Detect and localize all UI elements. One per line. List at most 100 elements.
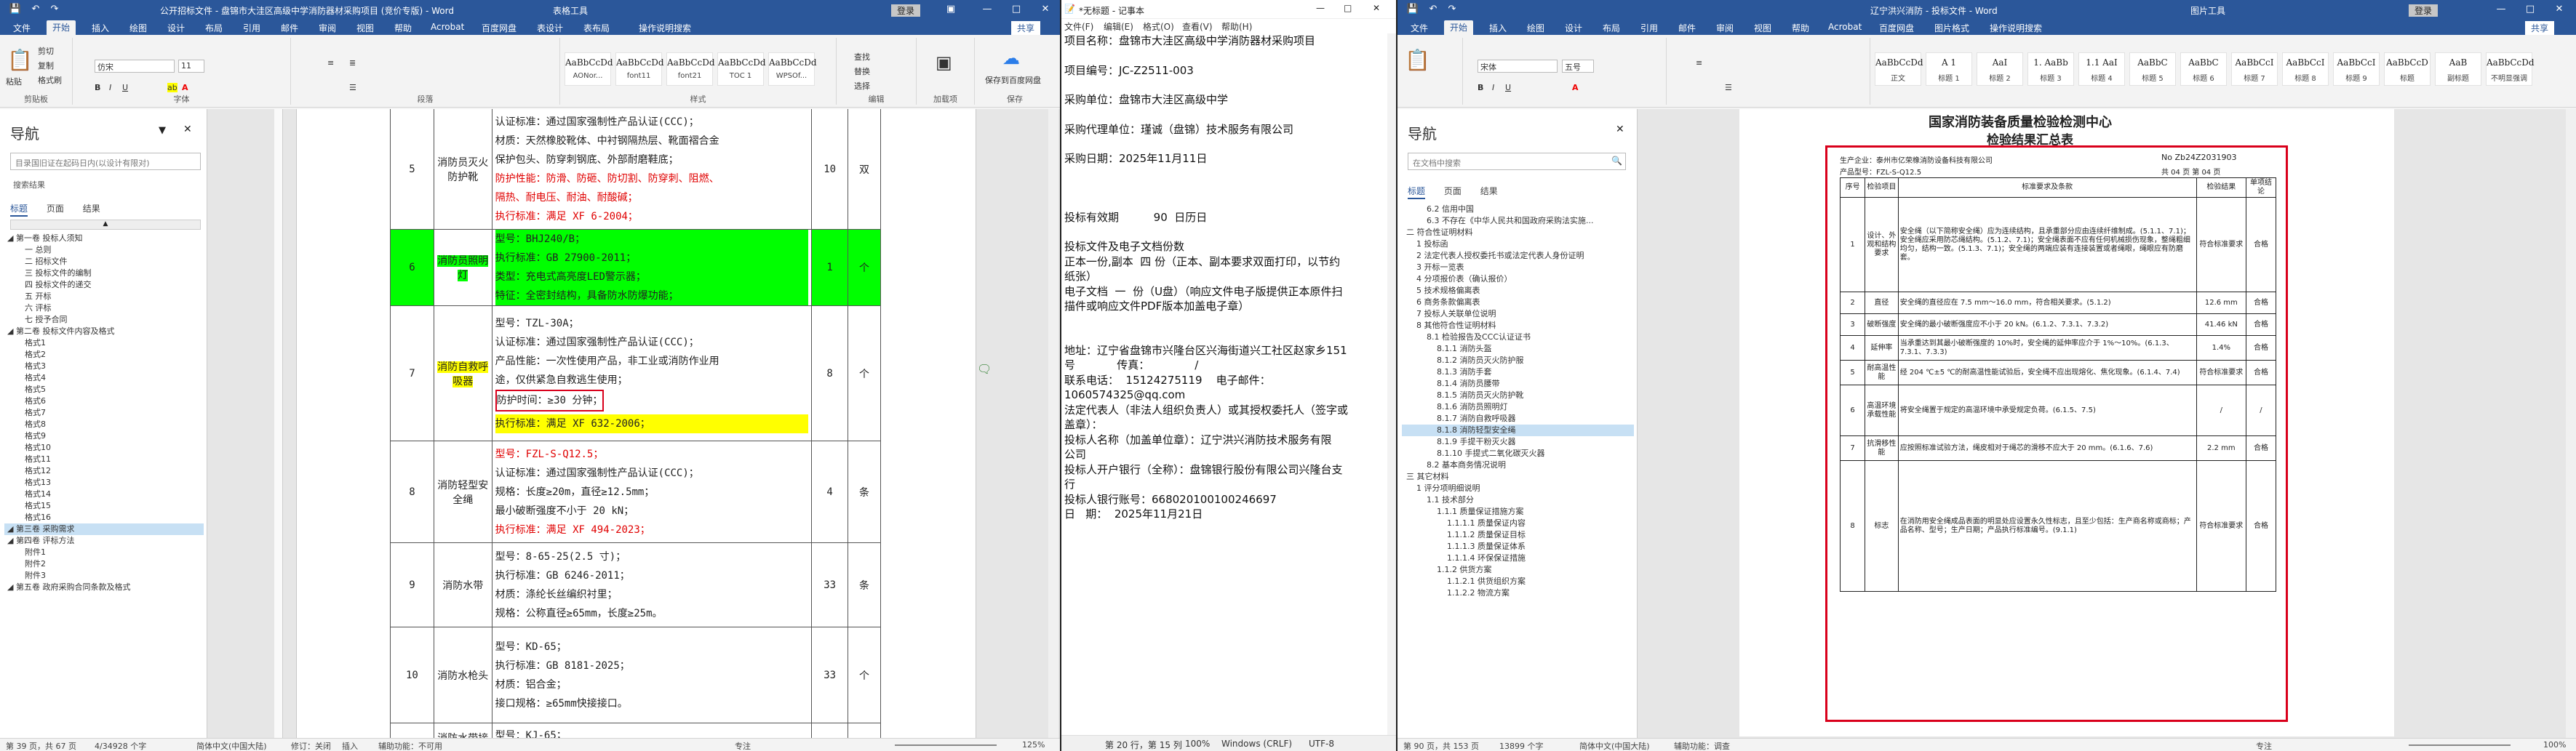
nav-item[interactable]: 8.1.1 消防头盔 (1402, 343, 1634, 355)
nav-item[interactable]: 3 开标一览表 (1402, 262, 1634, 273)
nav-item[interactable]: 8.1.8 消防轻型安全绳 (1402, 425, 1634, 436)
nav-item[interactable]: 格式7 (4, 407, 204, 419)
sign-in-button[interactable]: 登录 (891, 4, 921, 17)
style-item[interactable]: AaBbCcD 标题 (2384, 52, 2431, 86)
nav-item[interactable]: 2 法定代表人授权委托书或法定代表人身份证明 (1402, 250, 1634, 262)
zoom-slider[interactable] (2409, 744, 2511, 746)
nav-item[interactable]: 8.1.6 消防员照明灯 (1402, 401, 1634, 413)
select-button[interactable]: 选择 (854, 80, 870, 92)
tab-design[interactable]: 设计 (1559, 21, 1588, 35)
nav-item[interactable]: 8.1.5 消防员灭火防护靴 (1402, 390, 1634, 401)
align-center-icon[interactable]: ☰ (349, 83, 356, 92)
nav-item[interactable]: 5 技术规格偏离表 (1402, 285, 1634, 297)
nav-item[interactable]: 格式5 (4, 384, 204, 395)
tab-review[interactable]: 审阅 (1710, 21, 1739, 35)
nav-item[interactable]: 1.1.1.2 质量保证目标 (1402, 529, 1634, 541)
nav-close-icon[interactable]: ✕ (1616, 124, 1624, 135)
style-item[interactable]: AaBbCcDd WPSOf... (768, 52, 817, 86)
menu-help[interactable]: 帮助(H) (1221, 20, 1252, 33)
comment-icon[interactable]: 🗨 (977, 362, 992, 376)
style-item[interactable]: A 1 标题 1 (1926, 52, 1972, 86)
bullets-icon[interactable]: ≡ (327, 58, 334, 68)
nav-tab-pages[interactable]: 页面 (47, 204, 64, 214)
nav-item[interactable]: 格式13 (4, 477, 204, 489)
nav-search-input[interactable]: 目录国旧证在起码日内(以设计有限对) (10, 153, 201, 170)
nav-item[interactable]: 1.1 技术部分 (1402, 494, 1634, 506)
tab-home[interactable]: 开始 (47, 20, 76, 35)
font-name-select[interactable]: 仿宋 (95, 60, 175, 73)
nav-scroll-up[interactable]: ▲ (10, 220, 201, 230)
tab-help[interactable]: 帮助 (1786, 21, 1815, 35)
tab-mailings[interactable]: 邮件 (1672, 21, 1702, 35)
nav-item[interactable]: ◢ 第五卷 政府采购合同条款及格式 (4, 582, 204, 593)
maximize-button[interactable]: □ (1344, 3, 1352, 13)
nav-item[interactable]: 三 其它材料 (1402, 471, 1634, 483)
tab-acrobat[interactable]: Acrobat (425, 21, 470, 33)
tab-acrobat[interactable]: Acrobat (1822, 21, 1867, 33)
nav-item[interactable]: 7 投标人关联单位说明 (1402, 308, 1634, 320)
tab-help[interactable]: 帮助 (388, 21, 418, 35)
nav-tab-pages[interactable]: 页面 (1444, 186, 1462, 196)
tab-picture-format[interactable]: 图片格式 (1929, 21, 1975, 35)
tab-file[interactable]: 文件 (1405, 21, 1434, 35)
minimize-button[interactable]: — (2489, 0, 2513, 19)
share-button[interactable]: 共享 (1011, 21, 1041, 35)
nav-item[interactable]: 8.1 检验报告及CCC认证证书 (1402, 332, 1634, 343)
tab-layout[interactable]: 布局 (1597, 21, 1626, 35)
close-button[interactable]: ✕ (2547, 0, 2572, 19)
redo-icon[interactable]: ↷ (1440, 0, 1464, 19)
redo-icon[interactable]: ↷ (42, 0, 67, 19)
tab-references[interactable]: 引用 (237, 21, 266, 35)
nav-search-input[interactable]: 在文档中搜索 (1408, 153, 1626, 170)
status-a11y[interactable]: 辅助功能：调查 (1674, 740, 1730, 751)
status-zoom[interactable]: 125% (1022, 740, 1045, 750)
nav-close-icon[interactable]: ✕ (183, 124, 192, 135)
tab-table-layout[interactable]: 表布局 (578, 21, 615, 35)
menu-format[interactable]: 格式(O) (1143, 20, 1174, 33)
maximize-button[interactable]: □ (2518, 0, 2543, 19)
font-color-icon[interactable]: A (1572, 83, 1579, 92)
tab-review[interactable]: 审阅 (313, 21, 342, 35)
nav-item[interactable]: 1.1.1.1 质量保证内容 (1402, 518, 1634, 529)
nav-item[interactable]: 四 投标文件的递交 (4, 279, 204, 291)
nav-item[interactable]: 格式12 (4, 465, 204, 477)
style-item[interactable]: 1.1 AaI 标题 4 (2078, 52, 2125, 86)
numbering-icon[interactable]: ≣ (349, 58, 356, 68)
bullets-icon[interactable]: ≡ (1696, 58, 1702, 68)
nav-item[interactable]: 格式9 (4, 430, 204, 442)
tab-table-design[interactable]: 表设计 (531, 21, 569, 35)
nav-tab-results[interactable]: 结果 (83, 204, 100, 214)
font-name-select[interactable]: 宋体 (1478, 60, 1558, 73)
nav-item[interactable]: 格式8 (4, 419, 204, 430)
nav-item[interactable]: 格式10 (4, 442, 204, 454)
minimize-button[interactable]: — (1316, 3, 1325, 13)
nav-item[interactable]: 一 总则 (4, 244, 204, 256)
status-focus[interactable]: 专注 (2256, 740, 2272, 751)
nav-item[interactable]: 格式15 (4, 500, 204, 512)
style-item[interactable]: AaBbCcDd font21 (666, 52, 715, 86)
nav-item[interactable]: ◢ 第三卷 采购需求 (4, 523, 204, 535)
ribbon-display-icon[interactable]: ▣ (938, 0, 963, 19)
nav-item[interactable]: 三 投标文件的编制 (4, 268, 204, 279)
cloud-icon[interactable]: ☁ (1002, 48, 1020, 68)
status-words[interactable]: 13899 个字 (1499, 740, 1544, 751)
nav-item[interactable]: 1.1.2.2 物流方案 (1402, 587, 1634, 599)
tab-baidu[interactable]: 百度网盘 (1873, 21, 1920, 35)
maximize-button[interactable]: □ (1004, 0, 1029, 19)
nav-item[interactable]: 8.2 基本商务情况说明 (1402, 459, 1634, 471)
style-item[interactable]: AaBbCcDd font11 (615, 52, 664, 86)
bold-button[interactable]: B (1478, 83, 1483, 92)
nav-item[interactable]: 格式3 (4, 361, 204, 372)
status-lang[interactable]: 简体中文(中国大陆) (1579, 740, 1650, 751)
nav-item[interactable]: 6.2 信用中国 (1402, 204, 1634, 215)
nav-item[interactable]: 附件2 (4, 558, 204, 570)
nav-item[interactable]: 五 开标 (4, 291, 204, 302)
tab-mailings[interactable]: 邮件 (275, 21, 304, 35)
nav-item[interactable]: 1.1.1.3 质量保证体系 (1402, 541, 1634, 553)
tab-view[interactable]: 视图 (351, 21, 380, 35)
font-size-select[interactable]: 11 (178, 60, 204, 73)
style-item[interactable]: AaBbCcDd TOC 1 (717, 52, 766, 86)
nav-item[interactable]: 4 分项报价表（确认报价） (1402, 273, 1634, 285)
tell-me-search[interactable]: 操作说明搜索 (633, 21, 697, 35)
status-track[interactable]: 修订：关闭 (291, 740, 331, 751)
